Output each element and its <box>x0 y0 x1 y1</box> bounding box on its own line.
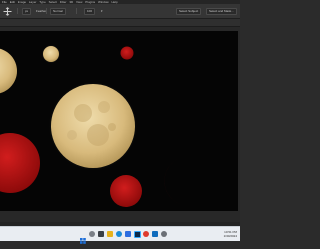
style-value[interactable]: Normal <box>50 7 66 15</box>
settings-icon[interactable] <box>161 231 167 237</box>
chevron-down-icon[interactable]: ▾ <box>101 4 103 18</box>
photoshop-icon[interactable] <box>134 231 141 238</box>
clock-date: 1/30/2024 <box>223 234 237 238</box>
select-subject-label: Select Subject <box>176 7 202 15</box>
separator <box>17 8 18 14</box>
start-icon[interactable] <box>80 231 86 244</box>
mail-icon[interactable] <box>152 231 158 237</box>
style-dropdown[interactable]: Normal <box>50 4 66 18</box>
tool-preset-button[interactable] <box>3 4 12 18</box>
separator <box>46 8 47 14</box>
workspace <box>0 27 240 222</box>
canvas-artwork <box>0 31 238 211</box>
search-icon[interactable] <box>89 231 95 237</box>
edge-icon[interactable] <box>116 231 122 237</box>
selection-mode-group[interactable]: px <box>22 4 32 18</box>
red-dot-small <box>120 46 134 60</box>
mode-value[interactable]: px <box>22 7 32 15</box>
store-icon[interactable] <box>125 231 131 237</box>
options-bar: px Feather Normal 100 ▾ Select Subject S… <box>0 4 240 19</box>
opacity-field[interactable]: 100 <box>84 4 96 18</box>
document-tab-strip <box>0 19 240 27</box>
red-circle-bottom <box>110 175 142 207</box>
chrome-icon[interactable] <box>143 231 149 237</box>
taskbar: 10:51 PM 1/30/2024 <box>0 226 240 244</box>
select-subject-button[interactable]: Select Subject <box>176 4 202 18</box>
select-and-mask-button[interactable]: Select and Mask... <box>206 4 237 18</box>
moon-small <box>42 45 60 63</box>
move-icon <box>3 6 12 16</box>
task-view-icon[interactable] <box>98 231 104 237</box>
feather-label: Feather <box>36 9 47 13</box>
file-explorer-icon[interactable] <box>107 231 113 237</box>
system-clock[interactable]: 10:51 PM 1/30/2024 <box>224 230 237 238</box>
opacity-value[interactable]: 100 <box>84 7 96 15</box>
separator <box>76 8 77 14</box>
select-and-mask-label: Select and Mask... <box>206 7 237 15</box>
moon-large <box>49 82 137 170</box>
document-canvas[interactable] <box>0 31 238 211</box>
